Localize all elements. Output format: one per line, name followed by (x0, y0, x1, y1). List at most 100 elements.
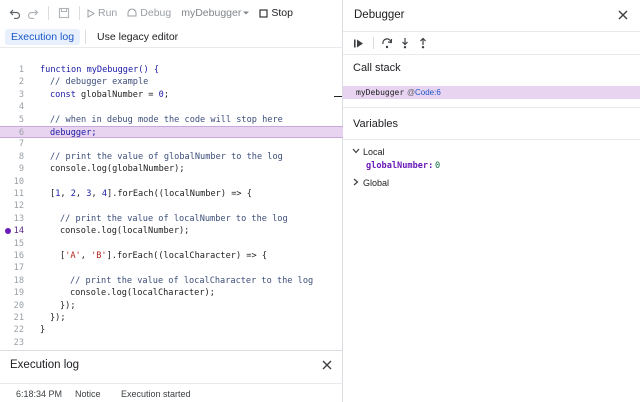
line-number: 3 (18, 89, 24, 100)
line-number: 18 (13, 275, 24, 286)
debugger-toolbar (343, 31, 640, 55)
variable-name: globalNumber: (366, 161, 434, 171)
chevron-right-icon (352, 178, 360, 188)
code-text: function myDebugger() { (40, 65, 159, 75)
code-line: 16 ['A', 'B'].forEach((localCharacter) =>… (0, 250, 343, 262)
code-text: globalNumber = (75, 89, 159, 100)
step-out-icon[interactable] (415, 35, 431, 51)
scope-label: Global (363, 178, 390, 188)
log-message: Execution started (121, 388, 191, 399)
line-number: 21 (13, 313, 24, 323)
line-number: 17 (13, 263, 24, 274)
redo-icon[interactable] (24, 4, 42, 22)
debugger-panel: Debugger Call stack myDebugger @ Code:6 … (343, 0, 640, 402)
code-line: 18 // print the value of localCharacter t… (0, 275, 343, 287)
line-number: 11 (13, 189, 24, 199)
scope-global[interactable]: Global (343, 176, 640, 190)
variables-title: Variables (353, 118, 399, 130)
code-text: ; (163, 89, 170, 100)
code-keyword: const (50, 89, 76, 100)
step-over-icon[interactable] (379, 35, 395, 51)
debug-button[interactable]: Debug (127, 7, 171, 19)
save-icon[interactable] (55, 4, 73, 22)
call-stack-location: Code:6 (415, 88, 441, 97)
code-text: console.log(localCharacter); (70, 288, 215, 299)
log-row: 6:18:34 PM Notice Execution started (0, 383, 343, 402)
line-number: 13 (13, 213, 24, 224)
scope-label: Local (363, 147, 385, 157)
undo-icon[interactable] (6, 4, 24, 22)
code-text: } (40, 325, 46, 336)
code-comment: // print the value of localNumber to the… (60, 213, 288, 224)
code-keyword: debugger; (50, 128, 97, 138)
chevron-down-icon (352, 147, 360, 157)
legacy-editor-link[interactable]: Use legacy editor (91, 29, 184, 45)
line-number: 2 (18, 77, 24, 88)
log-type: Notice (75, 388, 101, 399)
line-number: 23 (13, 337, 24, 348)
editor-toolbar: Run Debug myDebugger Stop (0, 0, 343, 26)
code-text: console.log(globalNumber); (50, 164, 185, 175)
call-stack-title: Call stack (353, 62, 401, 74)
code-line: 14 console.log(localNumber); (0, 225, 343, 237)
run-button[interactable]: Run (86, 7, 117, 19)
code-line: 5 // when in debug mode the code will sto… (0, 114, 343, 126)
close-icon[interactable] (615, 7, 631, 23)
code-text: console.log(localNumber); (60, 226, 190, 237)
line-number: 14 (13, 226, 24, 237)
function-select-value: myDebugger (181, 7, 242, 19)
line-number: 5 (18, 114, 24, 125)
log-time: 6:18:34 PM (16, 388, 63, 399)
code-comment: // print the value of globalNumber to th… (50, 151, 283, 162)
code-line: 3 const globalNumber = 0; (0, 89, 343, 101)
stop-icon (259, 8, 268, 18)
call-stack-frame[interactable]: myDebugger @ Code:6 (343, 86, 640, 99)
stop-button[interactable]: Stop (259, 7, 293, 19)
call-stack-at: @ (407, 88, 416, 97)
call-stack-function: myDebugger (356, 88, 405, 97)
stop-label: Stop (271, 7, 293, 19)
execution-log-toggle[interactable]: Execution log (5, 28, 81, 45)
code-text: , (91, 189, 102, 199)
line-number: 4 (18, 102, 24, 113)
code-line: 23 (0, 337, 343, 349)
code-line: 22} (0, 324, 343, 336)
toolbar-divider (373, 37, 374, 49)
code-text: , (75, 189, 87, 199)
mode-bar: Execution log Use legacy editor (0, 26, 343, 48)
code-line: 17 (0, 262, 343, 274)
code-line: 13 // print the value of localNumber to t… (0, 213, 343, 225)
step-into-icon[interactable] (397, 35, 413, 51)
debugger-title: Debugger (354, 9, 405, 21)
code-line: 20}); (0, 300, 343, 312)
code-comment: // debugger example (50, 77, 149, 88)
code-text: ].forEach((localCharacter) => { (106, 251, 267, 261)
code-string: 'A' (65, 251, 81, 261)
scope-local[interactable]: Local (343, 145, 640, 159)
section-divider (343, 107, 640, 108)
execution-log-title: Execution log (10, 359, 80, 371)
line-number: 7 (18, 139, 24, 150)
scrollbar-marker[interactable] (334, 96, 342, 97)
line-number: 8 (18, 151, 24, 162)
code-text: ].forEach((localNumber) => { (107, 189, 252, 199)
line-number: 16 (13, 251, 24, 261)
code-line: 12 (0, 200, 343, 212)
line-number: 15 (13, 238, 24, 249)
close-icon[interactable] (319, 357, 335, 373)
code-editor[interactable]: 1 function myDebugger() { 2 // debugger ex… (0, 56, 343, 350)
code-line-current: 6 debugger; (0, 126, 343, 139)
code-line: 8 // print the value of globalNumber to t… (0, 151, 343, 163)
line-number: 19 (13, 288, 24, 299)
line-number: 12 (13, 201, 24, 212)
variable-row[interactable]: globalNumber: 0 (343, 159, 640, 173)
resume-icon[interactable] (350, 35, 366, 51)
line-number: 9 (18, 164, 24, 175)
toolbar-divider (48, 6, 49, 20)
code-line: 7 (0, 138, 343, 150)
function-select[interactable]: myDebugger (181, 7, 251, 19)
script-editor-pane: Run Debug myDebugger Stop Execution log … (0, 0, 343, 402)
variable-value: 0 (435, 161, 441, 171)
section-divider (343, 139, 640, 140)
execution-log-panel: Execution log 6:18:34 PM Notice Executio… (0, 350, 343, 402)
